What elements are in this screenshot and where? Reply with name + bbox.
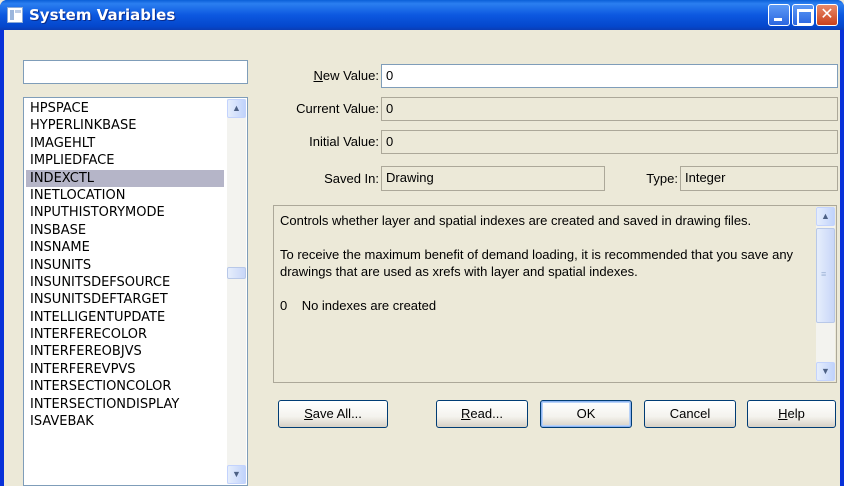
- type-label: Type:: [646, 171, 678, 186]
- new-value-text: 0: [386, 68, 394, 83]
- system-variables-window: System Variables ✕ HPSPACE HYPERLINKBASE I…: [0, 0, 844, 486]
- variable-list-item[interactable]: INTERFEREVPVS: [26, 361, 224, 378]
- read-accelerator: R: [461, 406, 471, 421]
- chevron-up-icon: ▲: [232, 103, 241, 113]
- variable-list-scrollbar[interactable]: ▲ ▼: [227, 99, 246, 484]
- new-value-label: New Value:: [263, 68, 379, 83]
- initial-value-text: 0: [386, 134, 394, 149]
- ok-button[interactable]: OK: [540, 400, 632, 428]
- window-title: System Variables: [29, 6, 176, 24]
- new-value-label-text: ew Value:: [322, 68, 379, 83]
- saved-in-field: Drawing: [381, 166, 605, 191]
- list-scroll-thumb[interactable]: [227, 267, 246, 279]
- saved-in-text: Drawing: [386, 170, 434, 185]
- variable-list-item[interactable]: INETLOCATION: [26, 187, 224, 204]
- variable-list-item[interactable]: IMPLIEDFACE: [26, 152, 224, 169]
- description-text: Controls whether layer and spatial index…: [280, 212, 810, 314]
- close-button[interactable]: ✕: [816, 4, 838, 26]
- variable-list-item[interactable]: INSUNITSDEFSOURCE: [26, 274, 224, 291]
- variable-filter-input[interactable]: [24, 61, 247, 83]
- variable-list-item[interactable]: INTELLIGENTUPDATE: [26, 309, 224, 326]
- desc-scroll-up-button[interactable]: ▲: [816, 207, 835, 226]
- grip-icon: ≡: [821, 269, 827, 279]
- read-label: ead...: [470, 406, 503, 421]
- help-button[interactable]: Help: [747, 400, 836, 428]
- description-paragraph-2: To receive the maximum benefit of demand…: [280, 247, 794, 279]
- variable-list-item[interactable]: INTERSECTIONCOLOR: [26, 378, 224, 395]
- new-value-accelerator: N: [313, 68, 323, 83]
- variable-list-item[interactable]: INPUTHISTORYMODE: [26, 204, 224, 221]
- save-all-accelerator: S: [304, 406, 313, 421]
- variable-list-item[interactable]: INTERFERECOLOR: [26, 326, 224, 343]
- variable-list-item[interactable]: ISAVEBAK: [26, 413, 224, 430]
- variable-list-item[interactable]: HYPERLINKBASE: [26, 117, 224, 134]
- maximize-button[interactable]: [792, 4, 814, 26]
- description-paragraph-1: Controls whether layer and spatial index…: [280, 213, 752, 228]
- description-box[interactable]: Controls whether layer and spatial index…: [273, 205, 837, 383]
- desc-scroll-thumb[interactable]: ≡: [816, 228, 835, 323]
- variable-list-item[interactable]: INTERSECTIONDISPLAY: [26, 396, 224, 413]
- title-bar[interactable]: System Variables ✕: [0, 0, 844, 30]
- help-accelerator: H: [778, 406, 788, 421]
- current-value-label: Current Value:: [296, 101, 379, 116]
- chevron-down-icon: ▼: [821, 366, 830, 376]
- type-field: Integer: [680, 166, 838, 191]
- variable-list-item[interactable]: INSUNITS: [26, 257, 224, 274]
- variable-list-item[interactable]: INTERFEREOBJVS: [26, 343, 224, 360]
- chevron-down-icon: ▼: [232, 469, 241, 479]
- description-value-text: No indexes are created: [301, 298, 437, 313]
- variable-list-item[interactable]: INSNAME: [26, 239, 224, 256]
- variable-list-item[interactable]: HPSPACE: [26, 100, 224, 117]
- variable-list-item[interactable]: IMAGEHLT: [26, 135, 224, 152]
- description-value-code: 0: [280, 298, 288, 313]
- cancel-button[interactable]: Cancel: [644, 400, 736, 428]
- help-label: elp: [787, 406, 805, 421]
- variable-list[interactable]: HPSPACE HYPERLINKBASE IMAGEHLT IMPLIEDFACE I…: [23, 97, 248, 486]
- window-icon: [7, 7, 23, 23]
- save-all-label: ave All...: [312, 406, 362, 421]
- read-button[interactable]: Read...: [436, 400, 528, 428]
- initial-value-field: 0: [381, 130, 838, 154]
- list-scroll-down-button[interactable]: ▼: [227, 465, 246, 484]
- variable-list-items: HPSPACE HYPERLINKBASE IMAGEHLT IMPLIEDFACE I…: [26, 100, 224, 430]
- current-value-field: 0: [381, 97, 838, 121]
- variable-filter-input-box[interactable]: [23, 60, 248, 84]
- variable-list-item[interactable]: INDEXCTL: [26, 169, 224, 187]
- desc-scroll-down-button[interactable]: ▼: [816, 362, 835, 381]
- variable-list-item[interactable]: INSUNITSDEFTARGET: [26, 291, 224, 308]
- chevron-up-icon: ▲: [821, 211, 830, 221]
- close-icon: ✕: [820, 4, 834, 23]
- current-value-text: 0: [386, 101, 394, 116]
- description-value-row: 0 No indexes are created: [280, 297, 810, 314]
- new-value-input[interactable]: 0: [381, 64, 838, 88]
- saved-in-label: Saved In:: [324, 171, 379, 186]
- dialog-body: HPSPACE HYPERLINKBASE IMAGEHLT IMPLIEDFACE I…: [4, 30, 840, 486]
- variable-list-item[interactable]: INSBASE: [26, 222, 224, 239]
- initial-value-label: Initial Value:: [309, 134, 379, 149]
- description-scrollbar[interactable]: ▲ ≡ ▼: [816, 207, 835, 381]
- save-all-button[interactable]: Save All...: [278, 400, 388, 428]
- list-scroll-up-button[interactable]: ▲: [227, 99, 246, 118]
- minimize-button[interactable]: [768, 4, 790, 26]
- type-text: Integer: [685, 170, 726, 185]
